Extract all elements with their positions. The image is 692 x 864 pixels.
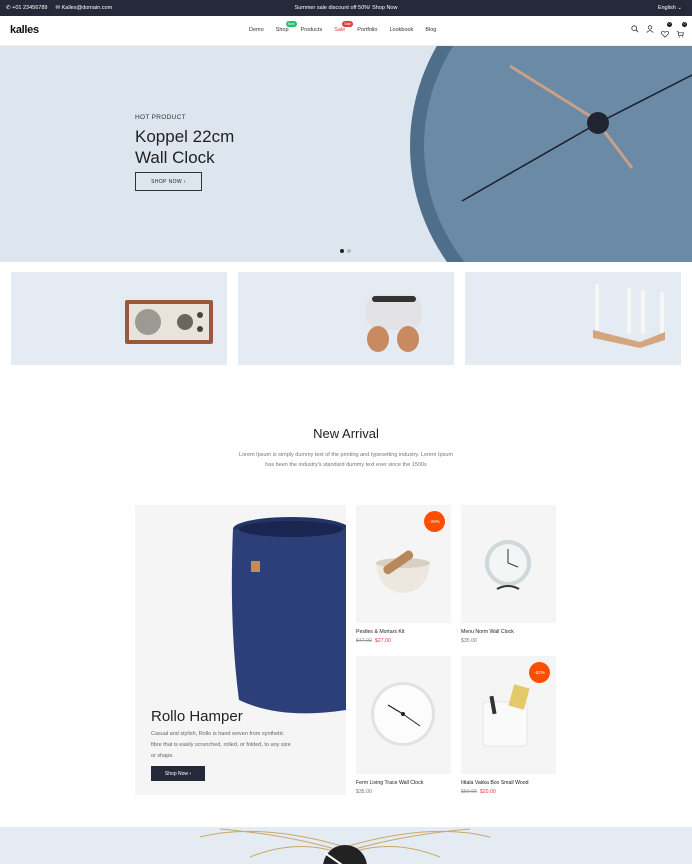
top-bar: ✆ +01 23456789 ✉ Kalles@domain.com Summe…	[0, 0, 692, 16]
category-banner-radio[interactable]	[11, 272, 227, 365]
section-subtitle-line2: has been the industry's standard dummy t…	[265, 462, 427, 468]
arrow-right-icon: ›	[183, 178, 186, 185]
promo-banner[interactable]: Summer sale discount off 50%! Shop Now	[0, 5, 692, 11]
hamper-image	[231, 517, 346, 714]
hero-title: Koppel 22cm Wall Clock	[135, 126, 275, 168]
candle-holder-image	[593, 284, 665, 348]
menu-item-sale[interactable]: Sale Sale	[334, 21, 354, 33]
product-card[interactable]: Ferm Living Trace Wall Clock $35.00	[356, 656, 451, 795]
main-menu: Demo Shop New Products Sale Sale Portfolio…	[249, 21, 448, 33]
hero-title-line1: Koppel 22cm	[135, 127, 235, 146]
discount-badge: -26%	[424, 511, 445, 532]
slider-dot-active[interactable]	[340, 249, 344, 253]
search-icon[interactable]	[631, 25, 639, 33]
category-banner-candles[interactable]	[465, 272, 681, 365]
menu-label: Products	[300, 27, 323, 33]
user-icon[interactable]	[646, 25, 654, 33]
menu-item-demo[interactable]: Demo	[249, 27, 264, 33]
main-header: kalles Demo Shop New Products Sale Sale Po…	[0, 16, 692, 46]
shop-now-label: SHOP NOW	[151, 178, 182, 185]
product-image[interactable]	[461, 505, 556, 623]
language-selector[interactable]: English ⌄	[658, 5, 682, 11]
regular-price: $35.00	[461, 638, 477, 644]
heart-icon	[661, 30, 669, 38]
product-image[interactable]: -52%	[461, 656, 556, 774]
menu-item-blog[interactable]: Blog	[425, 27, 436, 33]
featured-title: Rollo Hamper	[151, 708, 243, 725]
bottom-banner	[0, 827, 692, 864]
product-price: $35.00	[461, 638, 556, 644]
sunburst-clock-image	[199, 828, 491, 864]
arrow-right-icon: ›	[189, 770, 192, 777]
hero-pretitle: HOT PRODUCT	[135, 114, 186, 121]
product-card[interactable]: -52% Iittala Vakka Box Small Wood $59.00…	[461, 656, 556, 795]
wall-clock-image	[371, 682, 435, 746]
hero-title-line2: Wall Clock	[135, 148, 215, 167]
wall-clock-image	[410, 46, 692, 262]
featured-product-card[interactable]: Rollo Hamper Casual and stylish, Rollo i…	[135, 505, 346, 795]
menu-item-portfolio[interactable]: Portfolio	[357, 27, 377, 33]
toaster-image	[366, 294, 422, 352]
product-name[interactable]: Ferm Living Trace Wall Clock	[356, 780, 451, 786]
radio-image	[125, 300, 213, 344]
shop-now-button[interactable]: SHOP NOW ›	[135, 172, 202, 191]
hero-slider: HOT PRODUCT Koppel 22cm Wall Clock SHOP N…	[0, 46, 692, 262]
product-name[interactable]: Menu Norm Wall Clock	[461, 629, 556, 635]
old-price: $59.00	[461, 789, 477, 795]
product-image[interactable]	[356, 656, 451, 774]
product-price: $35.00	[356, 789, 451, 795]
regular-price: $35.00	[356, 789, 372, 795]
slider-dots	[340, 249, 351, 253]
logo[interactable]: kalles	[10, 24, 39, 36]
desk-clock-image	[485, 540, 531, 590]
menu-label: Sale	[334, 27, 346, 33]
new-badge: New	[285, 21, 297, 27]
section-subtitle: Lorem Ipsum is simply dummy text of the …	[216, 450, 476, 470]
category-banner-toaster[interactable]	[238, 272, 454, 365]
menu-label: Blog	[425, 27, 437, 33]
menu-label: Demo	[249, 27, 264, 33]
old-price: $47.00	[356, 638, 372, 644]
language-label: English	[657, 5, 676, 11]
section-title: New Arrival	[313, 426, 379, 441]
header-icons: 0 0	[631, 22, 687, 38]
product-name[interactable]: Pestles & Mortars Kit	[356, 629, 451, 635]
menu-item-lookbook[interactable]: Lookbook	[389, 27, 413, 33]
chevron-down-icon: ⌄	[677, 5, 682, 11]
menu-item-products[interactable]: Products	[301, 27, 323, 33]
menu-label: Shop	[275, 27, 289, 33]
section-subtitle-line1: Lorem Ipsum is simply dummy text of the …	[239, 452, 453, 458]
menu-label: Lookbook	[389, 27, 414, 33]
cart-button[interactable]: 0	[676, 22, 687, 38]
discount-badge: -52%	[529, 662, 550, 683]
product-price: $47.00 $27.00	[356, 638, 451, 644]
wishlist-button[interactable]: 0	[661, 22, 672, 38]
featured-description: Casual and stylish, Rollo is hand woven …	[151, 731, 291, 759]
sale-price: $27.00	[374, 638, 391, 644]
slider-dot[interactable]	[347, 249, 351, 253]
product-name[interactable]: Iittala Vakka Box Small Wood	[461, 780, 556, 786]
product-card[interactable]: Menu Norm Wall Clock $35.00	[461, 505, 556, 644]
menu-label: Portfolio	[357, 27, 378, 33]
product-image[interactable]: -26%	[356, 505, 451, 623]
featured-shop-now-button[interactable]: Shop Now ›	[151, 766, 205, 781]
sale-badge: Sale	[342, 21, 354, 27]
sale-price: $20.00	[479, 789, 496, 795]
product-card[interactable]: -26% Pestles & Mortars Kit $47.00 $27.00	[356, 505, 451, 644]
product-price: $59.00 $20.00	[461, 789, 556, 795]
featured-button-label: Shop Now	[164, 770, 188, 777]
wishlist-count: 0	[667, 22, 672, 27]
menu-item-shop[interactable]: Shop New	[275, 21, 297, 33]
cart-count: 0	[682, 22, 687, 27]
cart-icon	[676, 31, 684, 38]
